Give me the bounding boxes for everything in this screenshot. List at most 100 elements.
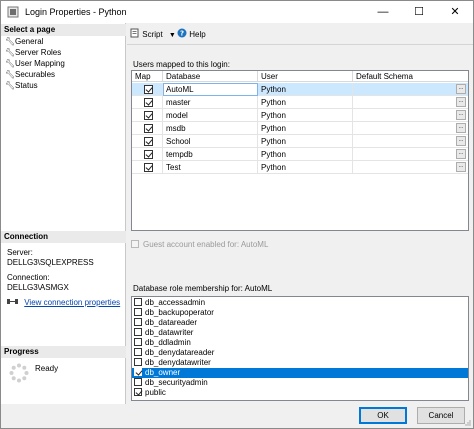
page-item-status[interactable]: 🔧︎Status [5,80,38,91]
map-cell [132,83,163,96]
view-connection-row: View connection properties [7,297,120,308]
column-header-map[interactable]: Map [132,71,163,82]
user-cell[interactable]: Python [258,148,353,161]
ok-button[interactable]: OK [359,407,407,424]
help-button[interactable]: ? Help [177,28,206,40]
role-checkbox[interactable] [134,378,142,386]
user-cell[interactable]: Python [258,161,353,174]
table-row[interactable]: School Python ... [132,135,468,148]
schema-cell[interactable]: ... [353,96,468,109]
user-cell[interactable]: Python [258,83,353,96]
database-cell[interactable]: msdb [163,122,258,135]
minimize-button[interactable]: — [365,1,401,23]
browse-schema-button[interactable]: ... [456,149,466,159]
user-cell[interactable]: Python [258,135,353,148]
browse-schema-button[interactable]: ... [456,110,466,120]
database-cell[interactable]: AutoML [163,83,258,96]
window-title: Login Properties - Python [25,7,127,17]
table-row[interactable]: msdb Python ... [132,122,468,135]
user-cell[interactable]: Python [258,122,353,135]
table-row[interactable]: Test Python ... [132,161,468,174]
page-item-user-mapping[interactable]: 🔧︎User Mapping [5,58,65,69]
database-cell[interactable]: Test [163,161,258,174]
role-name: db_datawriter [145,328,194,337]
schema-cell[interactable]: ... [353,135,468,148]
help-label: Help [189,30,206,39]
page-item-securables[interactable]: 🔧︎Securables [5,69,55,80]
list-item[interactable]: db_backupoperator [132,308,468,318]
maximize-button[interactable]: ☐ [401,1,437,23]
page-item-general[interactable]: 🔧︎General [5,36,43,47]
table-row[interactable]: AutoML Python ... [132,83,468,96]
schema-cell[interactable]: ... [353,109,468,122]
map-checkbox[interactable] [144,98,153,108]
map-checkbox[interactable] [144,124,153,134]
schema-cell[interactable]: ... [353,148,468,161]
list-item[interactable]: db_ddladmin [132,338,468,348]
role-checkbox[interactable] [134,308,142,316]
schema-cell[interactable]: ... [353,83,468,96]
column-header-user[interactable]: User [258,71,353,82]
database-icon [7,6,19,18]
role-checkbox[interactable] [134,338,142,346]
browse-schema-button[interactable]: ... [456,97,466,107]
schema-cell[interactable]: ... [353,122,468,135]
role-checkbox[interactable] [134,318,142,326]
table-row[interactable]: model Python ... [132,109,468,122]
users-mapped-grid[interactable]: Map Database User Default Schema AutoML … [131,70,469,231]
map-checkbox[interactable] [144,150,153,160]
list-item[interactable]: db_owner [132,368,468,378]
user-cell[interactable]: Python [258,109,353,122]
role-checkbox[interactable] [134,388,142,396]
role-checkbox[interactable] [134,368,142,376]
list-item[interactable]: db_securityadmin [132,378,468,388]
list-item[interactable]: db_datawriter [132,328,468,338]
column-header-default-schema[interactable]: Default Schema [353,71,468,82]
browse-schema-button[interactable]: ... [456,123,466,133]
list-item[interactable]: db_denydatawriter [132,358,468,368]
table-row[interactable]: tempdb Python ... [132,148,468,161]
page-item-label: Server Roles [15,48,62,57]
resize-grip-icon[interactable] [463,418,471,426]
page-item-label: Securables [15,70,56,79]
close-button[interactable]: ✕ [437,1,473,23]
page-item-label: Status [15,81,38,90]
list-item[interactable]: public [132,388,468,398]
database-cell[interactable]: model [163,109,258,122]
guest-account-checkbox[interactable] [131,240,139,248]
connection-value: DELLG3\ASMGX [7,283,69,292]
database-cell[interactable]: master [163,96,258,109]
dialog-footer: OK Cancel [127,404,473,428]
role-checkbox[interactable] [134,298,142,306]
map-checkbox[interactable] [144,163,153,173]
database-cell[interactable]: tempdb [163,148,258,161]
list-item[interactable]: db_denydatareader [132,348,468,358]
title-bar[interactable]: Login Properties - Python — ☐ ✕ [1,1,473,23]
help-icon: ? [177,28,187,38]
role-membership-list[interactable]: db_accessadmin db_backupoperator db_data… [131,296,469,401]
chevron-down-icon[interactable]: ▼ [169,32,176,39]
map-checkbox[interactable] [144,111,153,121]
role-checkbox[interactable] [134,328,142,336]
cancel-button[interactable]: Cancel [417,407,465,424]
list-item[interactable]: db_datareader [132,318,468,328]
map-checkbox[interactable] [144,137,153,147]
browse-schema-button[interactable]: ... [456,136,466,146]
server-value: DELLG3\SQLEXPRESS [7,258,94,267]
map-checkbox[interactable] [144,85,153,95]
wrench-icon: 🔧︎ [5,59,16,68]
browse-schema-button[interactable]: ... [456,84,466,94]
select-page-header: Select a page [1,24,126,36]
list-item[interactable]: db_accessadmin [132,298,468,308]
page-item-server-roles[interactable]: 🔧︎Server Roles [5,47,61,58]
schema-cell[interactable]: ... [353,161,468,174]
database-cell[interactable]: School [163,135,258,148]
role-checkbox[interactable] [134,348,142,356]
script-button[interactable]: Script ▼ [130,28,176,40]
role-checkbox[interactable] [134,358,142,366]
column-header-database[interactable]: Database [163,71,258,82]
browse-schema-button[interactable]: ... [456,162,466,172]
table-row[interactable]: master Python ... [132,96,468,109]
view-connection-link[interactable]: View connection properties [24,298,120,307]
user-cell[interactable]: Python [258,96,353,109]
